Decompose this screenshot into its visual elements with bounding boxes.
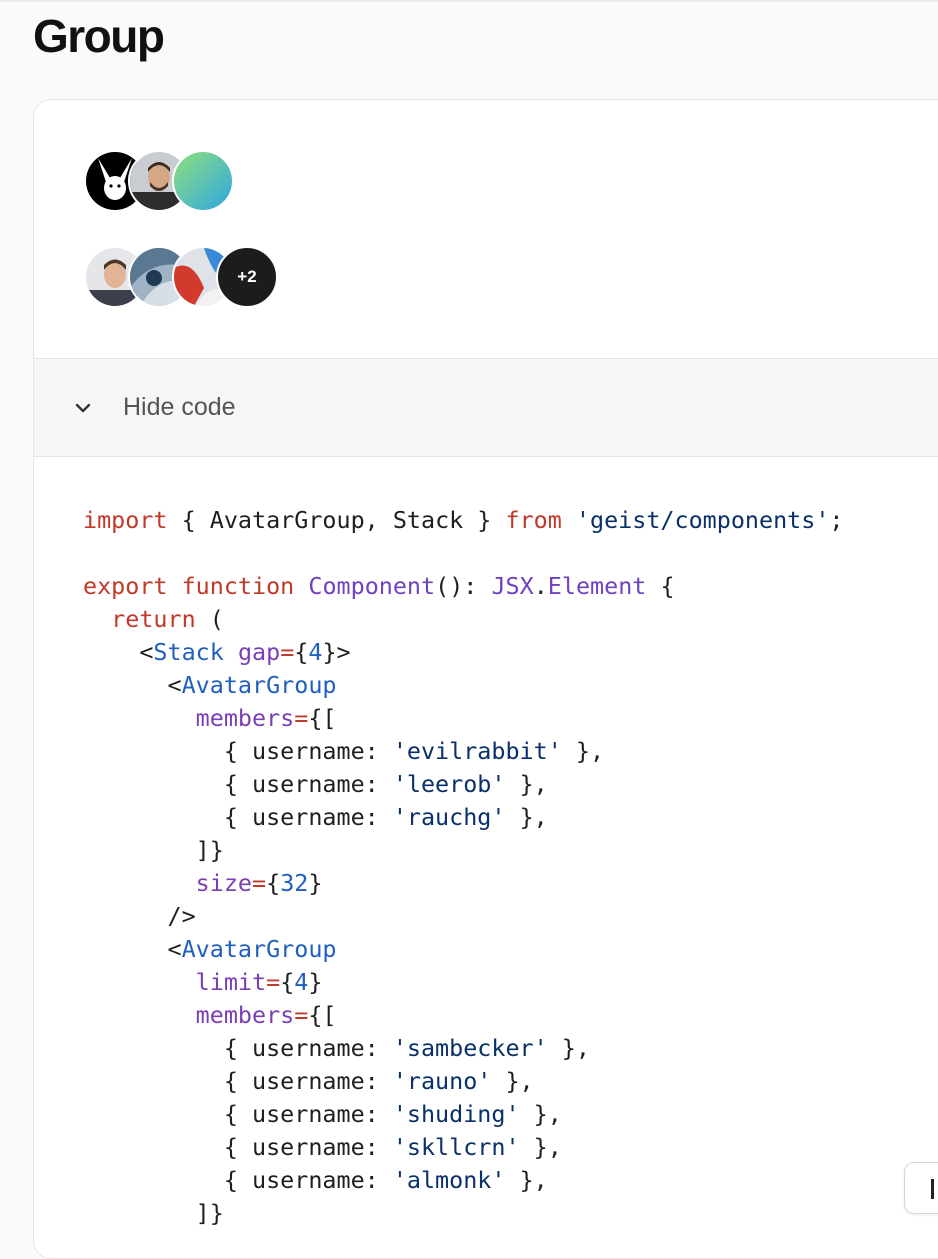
preview-area: +2 [34, 100, 938, 358]
code-line: { username: 'skllcrn' }, [83, 1133, 562, 1161]
code-line: { username: 'rauchg' }, [83, 803, 548, 831]
code-line: export function Component(): JSX.Element… [83, 572, 675, 600]
top-divider [0, 0, 938, 2]
code-line: members={[ [195, 1001, 337, 1029]
code-line: { username: 'almonk' }, [83, 1166, 548, 1194]
code-line: <Stack gap={4}> [83, 638, 351, 666]
code-line: ]} [83, 1199, 224, 1227]
code-line: ]} [83, 836, 224, 864]
chevron-down-icon [75, 403, 91, 413]
code-line: members={[ [195, 704, 337, 732]
code-line: { username: 'rauno' }, [83, 1067, 534, 1095]
code-line: { username: 'leerob' }, [83, 770, 548, 798]
code-line: <AvatarGroup [83, 671, 337, 699]
code-line: /> [83, 902, 196, 930]
code-line: { username: 'shuding' }, [83, 1100, 562, 1128]
hide-code-label: Hide code [123, 393, 236, 421]
code-line: import { AvatarGroup, Stack } from 'geis… [83, 506, 844, 534]
page-title: Group [33, 10, 165, 62]
floating-button[interactable] [904, 1162, 938, 1214]
button-glyph [931, 1179, 934, 1199]
example-card: +2 Hide code import { AvatarGroup, Stack… [33, 99, 938, 1259]
code-block: import { AvatarGroup, Stack } from 'geis… [83, 504, 844, 1230]
hide-code-toggle[interactable]: Hide code [34, 358, 938, 457]
rauchg-avatar[interactable] [172, 150, 234, 212]
more-members-badge[interactable]: +2 [216, 246, 278, 308]
code-line: limit={4} [195, 968, 323, 996]
code-line: <AvatarGroup [83, 935, 337, 963]
code-line: { username: 'evilrabbit' }, [83, 737, 605, 765]
code-line: size={32} [195, 869, 323, 897]
code-line: { username: 'sambecker' }, [83, 1034, 590, 1062]
code-line: return ( [111, 605, 224, 633]
